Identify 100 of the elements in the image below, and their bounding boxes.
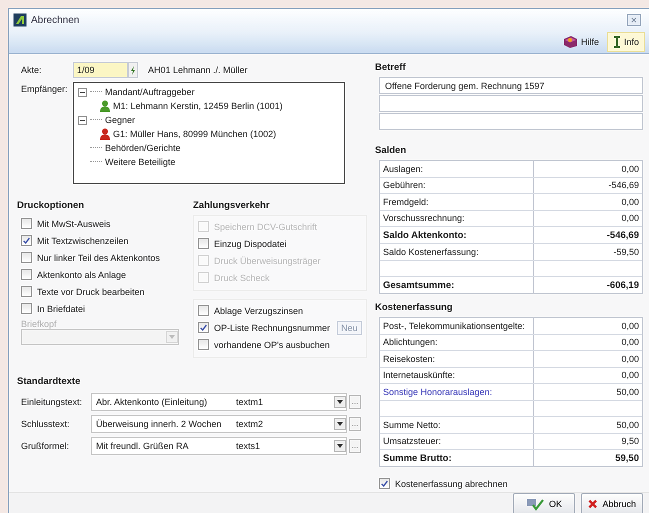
browse-button[interactable]: ... — [349, 439, 361, 453]
browse-button[interactable]: ... — [349, 395, 361, 409]
table-cell: Fremdgeld: — [380, 194, 534, 210]
table-cell: Gesamtsumme: — [380, 277, 534, 293]
cross-icon — [588, 497, 598, 511]
table-cell-text: 0,00 — [620, 354, 640, 364]
checkbox[interactable] — [21, 269, 32, 280]
ok-button[interactable]: OK — [513, 493, 575, 513]
dropdown-arrow-icon — [337, 422, 343, 426]
table-cell: Gebühren: — [380, 178, 534, 193]
close-button[interactable]: ✕ — [627, 14, 641, 26]
info-icon — [612, 35, 621, 49]
section-heading: Kostenerfassung — [375, 302, 454, 313]
checkbox[interactable] — [21, 235, 32, 246]
checkbox[interactable] — [198, 238, 209, 249]
table-cell-text: -59,50 — [612, 246, 640, 257]
checkbox-label: Mit MwSt-Ausweis — [37, 218, 111, 228]
table-cell: Ablichtungen: — [380, 334, 534, 350]
input-field[interactable]: 1/09 — [73, 62, 128, 78]
tree-item[interactable]: G1: Müller Hans, 80999 München (1002) — [113, 129, 276, 139]
checkbox-label: OP-Liste Rechnungsnummer — [214, 322, 330, 332]
dropdown-field[interactable]: Mit freundl. Grüßen RA texts1 — [91, 437, 347, 455]
section-heading: Standardtexte — [17, 376, 82, 387]
table-cell: Vorschussrechnung: — [380, 210, 534, 226]
toolbar-button[interactable]: Info — [606, 32, 645, 52]
table-cell-text: 59,50 — [614, 452, 640, 464]
field-label: Schlusstext: — [20, 419, 71, 429]
tree-item[interactable]: Behörden/Gerichte — [105, 143, 181, 153]
table-cell: Auslagen: — [380, 161, 534, 176]
table-cell: Internetauskünfte: — [380, 368, 534, 383]
table-cell: Post-, Telekommunikationsentgelte: — [380, 318, 534, 334]
field-label: Akte: — [20, 65, 43, 75]
input-field[interactable]: Offene Forderung gem. Rechnung 1597 — [379, 77, 643, 94]
table-cell: Reisekosten: — [380, 351, 534, 366]
table-cell-text: -546,69 — [607, 180, 640, 190]
table-cell-text: 0,00 — [620, 320, 640, 331]
tree-item[interactable]: Mandant/Auftraggeber — [105, 87, 195, 97]
case-description: AH01 Lehmann ./. Müller — [148, 65, 248, 75]
table-link[interactable]: Sonstige Honorarauslagen: — [380, 384, 534, 400]
checkbox-label: Kostenerfassung abrechnen — [395, 478, 508, 488]
table-cell-text: 0,00 — [620, 337, 640, 348]
checkbox-label: Einzug Dispodatei — [214, 238, 287, 248]
dropdown-arrow-icon — [337, 400, 343, 404]
checkbox-label: Druck Überweisungsträger — [214, 256, 321, 266]
toolbar-button[interactable]: Hilfe — [556, 32, 605, 52]
checkbox-label: Texte vor Druck bearbeiten — [37, 286, 145, 296]
input-field[interactable] — [379, 113, 643, 130]
table-cell-text: 50,00 — [615, 420, 640, 430]
dropdown-field[interactable]: Überweisung innerh. 2 Wochen textm2 — [91, 415, 347, 433]
checkbox-label: Nur linker Teil des Aktenkontos — [37, 252, 160, 262]
check-icon — [526, 497, 544, 511]
table-cell-text: 0,00 — [620, 213, 640, 224]
checkbox[interactable] — [198, 339, 209, 350]
table-cell-text: 9,50 — [620, 436, 640, 446]
checkbox[interactable] — [21, 303, 32, 314]
table-cell-text: -546,69 — [606, 230, 640, 240]
tree-item[interactable]: Gegner — [105, 115, 136, 125]
field-label: Briefkopf — [20, 319, 58, 329]
field-label: Empfänger: — [20, 84, 69, 94]
table-cell: Summe Netto: — [380, 417, 534, 432]
field-label: Einleitungstext: — [20, 397, 84, 407]
checkbox-label: Mit Textzwischenzeilen — [37, 236, 128, 246]
checkbox[interactable] — [198, 322, 209, 333]
input-field[interactable] — [379, 95, 643, 112]
lightning-icon — [130, 66, 136, 74]
lookup-button[interactable] — [128, 62, 138, 78]
collapse-toggle-icon[interactable] — [78, 116, 87, 124]
section-heading: Betreff — [375, 62, 407, 73]
checkbox-label: Aktenkonto als Anlage — [37, 270, 126, 280]
table-cell: Saldo Kostenerfassung: — [380, 244, 534, 260]
cancel-button[interactable]: Abbruch — [581, 493, 643, 513]
checkbox[interactable] — [21, 252, 32, 263]
checkbox-label: Druck Scheck — [214, 272, 270, 282]
checkbox-label: vorhandene OP's ausbuchen — [214, 340, 330, 350]
window-title: Abrechnen — [31, 14, 80, 26]
browse-button[interactable]: ... — [349, 417, 361, 431]
section-heading: Salden — [375, 145, 408, 156]
dropdown-arrow-icon — [169, 335, 175, 339]
section-heading: Zahlungsverkehr — [193, 200, 271, 211]
table-cell-text: 0,00 — [620, 164, 640, 174]
checkbox-label: Ablage Verzugszinsen — [214, 306, 304, 316]
checkbox[interactable] — [198, 305, 209, 316]
table-cell: Umsatzsteuer: — [380, 434, 534, 449]
section-heading: Druckoptionen — [17, 200, 86, 211]
collapse-toggle-icon[interactable] — [78, 88, 87, 96]
checkbox[interactable] — [21, 286, 32, 297]
tree-item[interactable]: M1: Lehmann Kerstin, 12459 Berlin (1001) — [113, 101, 283, 111]
app-icon — [13, 13, 27, 27]
checkbox[interactable] — [379, 478, 390, 489]
table-cell-text: 50,00 — [615, 386, 640, 397]
table-cell-text: -606,19 — [606, 280, 640, 290]
checkbox-label: In Briefdatei — [37, 304, 86, 314]
table-cell-text: 0,00 — [620, 370, 640, 380]
table-cell: Saldo Aktenkonto: — [380, 227, 534, 243]
table-cell-text: 0,00 — [620, 196, 640, 207]
tree-item[interactable]: Weitere Beteiligte — [105, 157, 176, 167]
checkbox-label: Speichern DCV-Gutschrift — [214, 222, 318, 232]
checkbox[interactable] — [21, 218, 32, 229]
table-cell: Summe Brutto: — [380, 450, 534, 466]
dropdown-field[interactable]: Abr. Aktenkonto (Einleitung) textm1 — [91, 393, 347, 411]
